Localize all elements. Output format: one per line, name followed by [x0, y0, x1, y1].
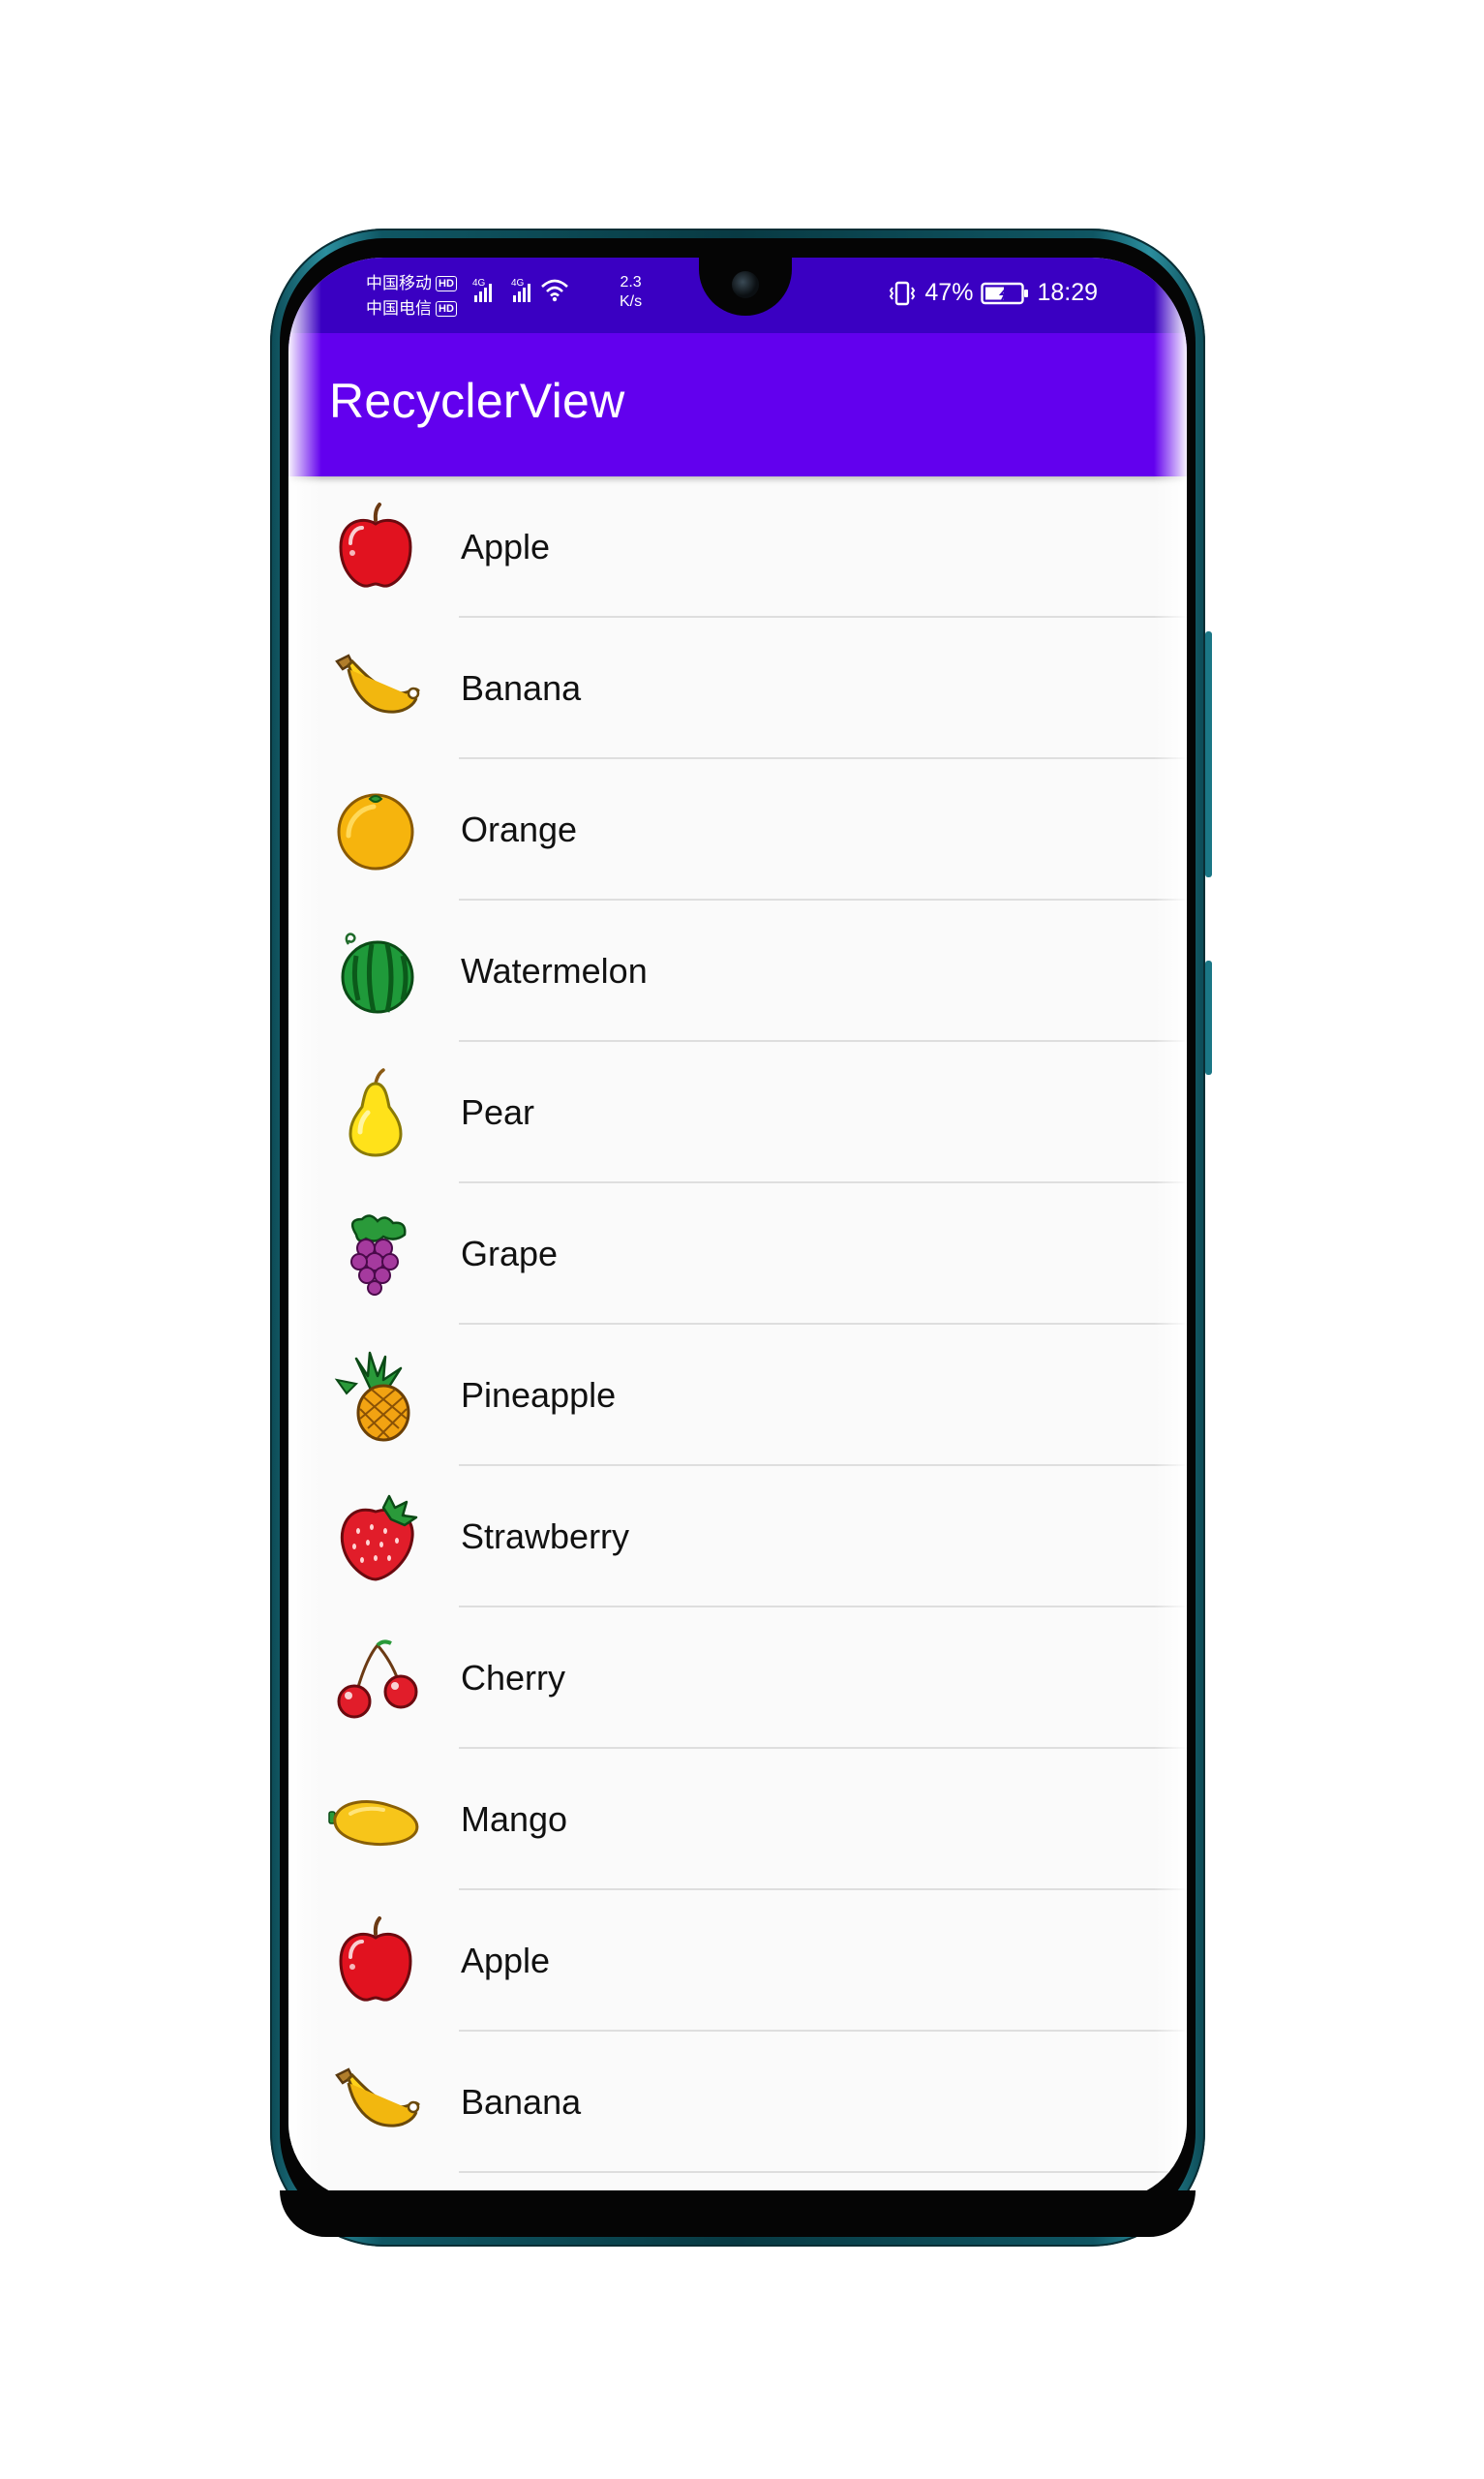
grape-icon: [350, 1214, 407, 1296]
recycler-list[interactable]: Apple Banana Orange Watermelon Pear Grap…: [288, 476, 1187, 2173]
item-label: Apple: [461, 1941, 551, 1980]
power-button: [1205, 631, 1212, 877]
cherry-icon: [337, 1639, 418, 1719]
camera-notch: [699, 258, 792, 316]
status-right: 47% 18:29: [888, 279, 1098, 307]
divider: [459, 2171, 1187, 2173]
battery-percent: 47%: [924, 279, 974, 306]
apple-icon: [339, 1916, 412, 2002]
list-item[interactable]: Pear: [288, 1042, 1187, 1183]
item-label: Banana: [461, 668, 582, 708]
list-item[interactable]: Mango: [288, 1749, 1187, 1890]
signal-indicators: 4G 4G: [472, 277, 569, 302]
item-label: Cherry: [461, 1658, 566, 1698]
mango-icon: [328, 1800, 419, 1846]
list-item[interactable]: Banana: [288, 2032, 1187, 2173]
signal-icon: 4G: [511, 278, 530, 302]
item-label: Grape: [461, 1234, 559, 1273]
phone-screen: 中国移动 HD 中国电信 HD 4G 4G 2.3 K/s 47% 18:29 …: [288, 258, 1187, 2200]
banana-icon: [335, 2067, 420, 2127]
watermelon-icon: [341, 933, 414, 1014]
list-item[interactable]: Orange: [288, 759, 1187, 901]
phone-bottom-bezel: [280, 2190, 1196, 2237]
orange-icon: [337, 793, 414, 871]
signal-icon: 4G: [472, 278, 492, 302]
list-item[interactable]: Strawberry: [288, 1466, 1187, 1607]
page-title: RecyclerView: [329, 374, 625, 428]
item-label: Pear: [461, 1092, 535, 1132]
pear-icon: [348, 1068, 403, 1157]
item-label: Watermelon: [461, 951, 648, 991]
item-label: Apple: [461, 527, 551, 566]
apple-icon: [339, 503, 412, 588]
network-speed: 2.3 K/s: [620, 274, 643, 310]
hd-badge: HD: [436, 276, 457, 291]
battery-icon: [981, 282, 1029, 304]
strawberry-icon: [340, 1494, 418, 1581]
vibrate-icon: [890, 281, 916, 305]
carrier-1: 中国移动: [366, 274, 432, 292]
banana-icon: [335, 654, 420, 714]
list-item[interactable]: Watermelon: [288, 901, 1187, 1042]
wifi-icon: [541, 279, 568, 302]
carrier-row-2: 中国电信 HD: [366, 296, 457, 321]
list-item[interactable]: Banana: [288, 618, 1187, 759]
hd-badge: HD: [436, 301, 457, 317]
carrier-row-1: 中国移动 HD: [366, 271, 457, 296]
pineapple-icon: [334, 1351, 410, 1442]
item-label: Mango: [461, 1799, 568, 1839]
camera-icon: [732, 271, 759, 298]
app-bar: RecyclerView: [288, 333, 1187, 476]
item-label: Pineapple: [461, 1375, 617, 1415]
carrier-2: 中国电信: [366, 299, 432, 318]
carrier-info: 中国移动 HD 中国电信 HD: [366, 271, 457, 321]
list-item[interactable]: Apple: [288, 1890, 1187, 2032]
item-label: Banana: [461, 2082, 582, 2122]
item-label: Orange: [461, 810, 578, 849]
list-item[interactable]: Cherry: [288, 1607, 1187, 1749]
volume-button: [1205, 961, 1212, 1075]
status-bar: 中国移动 HD 中国电信 HD 4G 4G 2.3 K/s 47% 18:29: [288, 258, 1187, 333]
clock: 18:29: [1037, 279, 1098, 306]
list-item[interactable]: Apple: [288, 476, 1187, 618]
list-item[interactable]: Grape: [288, 1183, 1187, 1325]
list-item[interactable]: Pineapple: [288, 1325, 1187, 1466]
item-label: Strawberry: [461, 1516, 630, 1556]
